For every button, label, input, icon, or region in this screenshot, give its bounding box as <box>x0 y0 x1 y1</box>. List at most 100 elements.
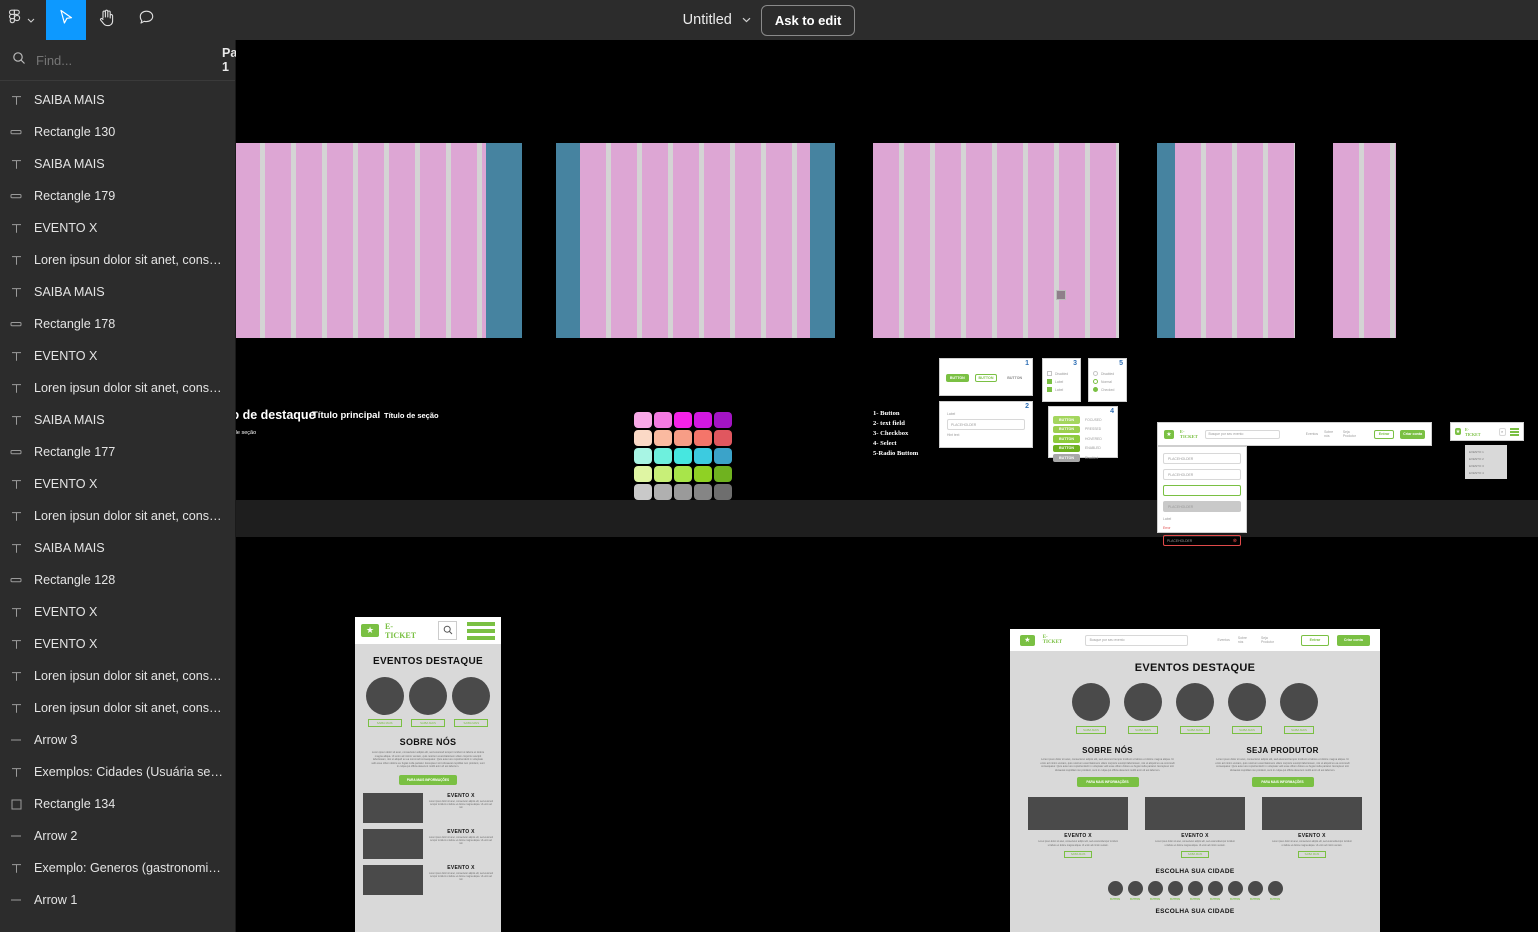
color-swatch[interactable] <box>654 448 672 464</box>
event-card[interactable]: EVENTO X Loren ipsun dolor sit anet, cons… <box>1028 797 1129 858</box>
checkbox-disabled[interactable] <box>1047 371 1052 376</box>
color-swatch[interactable] <box>694 448 712 464</box>
layer-list[interactable]: SAIBA MAIS Rectangle 130 SAIBA MAIS Rectang… <box>0 81 235 932</box>
event-saiba-mais-button[interactable]: SAIBA MAIS <box>1180 726 1210 734</box>
layer-item[interactable]: EVENTO X <box>0 340 235 372</box>
small-list-item[interactable]: EVENTO 3 <box>1469 463 1507 470</box>
design-canvas[interactable]: lo de destaque Título principal Título d… <box>236 40 1538 932</box>
button-primary[interactable]: BUTTON <box>946 374 969 382</box>
ask-to-edit-button[interactable]: Ask to edit <box>760 4 856 36</box>
event-card[interactable]: SAIBA MAIS <box>365 677 404 727</box>
event-card[interactable]: EVENTO X Loren ipsun dolor sit anet, cons… <box>1144 797 1246 858</box>
color-swatch[interactable] <box>634 466 652 482</box>
hamburger-icon[interactable] <box>1509 427 1520 436</box>
nav-link-2[interactable]: Seja Produtor <box>1343 430 1360 438</box>
form-field-error[interactable]: PLACEHOLDER ⊗ <box>1163 535 1241 546</box>
event-saiba-mais-button[interactable]: SAIBA MAIS <box>1076 726 1106 734</box>
event-saiba-mais-button[interactable]: SAIBA MAIS <box>367 719 402 727</box>
event-card[interactable]: SAIBA MAIS <box>1072 683 1110 734</box>
color-swatch[interactable] <box>714 430 732 446</box>
grid-frame-3[interactable] <box>873 143 1119 338</box>
figma-menu-button[interactable] <box>0 0 46 40</box>
layer-item[interactable]: Arrow 1 <box>0 884 235 916</box>
layer-item[interactable]: EVENTO X <box>0 468 235 500</box>
color-swatch[interactable] <box>674 466 692 482</box>
small-nav-card[interactable]: ★ E-TICKET ⌕ <box>1450 422 1524 441</box>
city-option[interactable]: BUTTON <box>1147 880 1163 901</box>
section-cta-button[interactable]: PARA MAIS INFORMAÇÕES <box>1076 777 1139 788</box>
form-field-state[interactable]: PLACEHOLDER <box>1163 469 1241 480</box>
color-swatch[interactable] <box>674 430 692 446</box>
nav-signup-button[interactable]: Criar conta <box>1400 429 1425 439</box>
desktop-signup-button[interactable]: Criar conta <box>1336 634 1370 646</box>
color-swatch[interactable] <box>694 430 712 446</box>
city-option[interactable]: BUTTON <box>1207 880 1223 901</box>
spec-card-checkbox[interactable]: 3 Disabled Label Label <box>1042 358 1081 402</box>
radio-disabled[interactable] <box>1093 371 1098 376</box>
spec-card-buttons[interactable]: 1 BUTTON BUTTON BUTTON <box>939 358 1033 396</box>
small-list-card[interactable]: EVENTO 1 EVENTO 2 EVENTO 3 EVENTO 4 <box>1465 445 1507 479</box>
event-card[interactable]: EVENTO X Loren ipsun dolor sit anet, cons… <box>1261 797 1362 858</box>
layer-item[interactable]: Rectangle 178 <box>0 308 235 340</box>
event-card[interactable]: SAIBA MAIS <box>408 677 447 727</box>
text-input[interactable]: PLACEHOLDER <box>947 419 1025 430</box>
hamburger-icon[interactable] <box>467 621 496 640</box>
layer-item[interactable]: Loren ipsun dolor sit anet, consect... <box>0 660 235 692</box>
form-field-state[interactable]: PLACEHOLDER <box>1163 453 1241 464</box>
grid-frame-4[interactable] <box>1157 143 1295 338</box>
color-swatch[interactable] <box>694 466 712 482</box>
layer-item[interactable]: SAIBA MAIS <box>0 276 235 308</box>
color-swatch[interactable] <box>694 484 712 500</box>
layer-item[interactable]: SAIBA MAIS <box>0 532 235 564</box>
nav-spec-bar[interactable]: ★ E-TICKET Busque por seu evento Eventos… <box>1157 422 1432 446</box>
button-text[interactable]: BUTTON <box>1003 374 1026 382</box>
layer-item[interactable]: Loren ipsun dolor sit anet, consect... <box>0 372 235 404</box>
event-saiba-mais-button[interactable]: SAIBA MAIS <box>1284 726 1314 734</box>
search-input[interactable] <box>36 52 212 68</box>
city-option[interactable]: BUTTON <box>1267 880 1283 901</box>
layer-item[interactable]: Rectangle 134 <box>0 788 235 820</box>
event-card[interactable]: SAIBA MAIS <box>1176 683 1214 734</box>
layer-item[interactable]: Arrow 3 <box>0 724 235 756</box>
color-swatch[interactable] <box>654 430 672 446</box>
mobile-mockup[interactable]: ★ E-TICKET EVENTOS DESTAQUE SAIBA MAIS SA… <box>355 597 501 932</box>
event-saiba-mais-button[interactable]: SAIBA MAIS <box>1181 850 1209 858</box>
state-button[interactable]: BUTTON <box>1053 416 1080 424</box>
mobile-search-button[interactable] <box>438 621 458 640</box>
event-saiba-mais-button[interactable]: SAIBA MAIS <box>454 719 489 727</box>
nav-link-1[interactable]: Sobre nós <box>1324 430 1337 438</box>
state-button[interactable]: BUTTON <box>1053 435 1080 443</box>
select-state-row[interactable]: BUTTON ENABLED <box>1053 444 1113 452</box>
layer-item[interactable]: Rectangle 128 <box>0 564 235 596</box>
nav-login-button[interactable]: Entrar <box>1374 429 1395 439</box>
state-button[interactable]: BUTTON <box>1053 444 1080 452</box>
event-saiba-mais-button[interactable]: SAIBA MAIS <box>1232 726 1262 734</box>
event-saiba-mais-button[interactable]: SAIBA MAIS <box>410 719 445 727</box>
layer-item[interactable]: SAIBA MAIS <box>0 84 235 116</box>
form-field-state[interactable] <box>1163 485 1241 496</box>
color-swatch[interactable] <box>654 412 672 428</box>
move-tool[interactable] <box>46 0 86 40</box>
small-list-item[interactable]: EVENTO 2 <box>1469 456 1507 463</box>
event-card[interactable]: SAIBA MAIS <box>1280 683 1318 734</box>
hand-tool[interactable] <box>86 0 126 40</box>
layer-item[interactable]: Rectangle 177 <box>0 436 235 468</box>
event-list-item[interactable]: EVENTO X Loren ipsun dolor sit anet, cons… <box>363 864 493 895</box>
mobile-about-button[interactable]: PARA MAIS INFORMAÇÕES <box>399 774 457 785</box>
form-states-card[interactable]: PLACEHOLDER PLACEHOLDER PLACEHOLDER Label Er… <box>1157 446 1247 546</box>
spec-card-select[interactable]: 4 BUTTON FOCUSED BUTTON PRESSED BUTTON HOVERE… <box>1048 406 1118 462</box>
desktop-search-input[interactable]: Busque por seu evento <box>1084 634 1188 646</box>
desktop-link-1[interactable]: Sobre nós <box>1238 636 1253 644</box>
layer-item[interactable]: EVENTO X <box>0 212 235 244</box>
event-card[interactable]: SAIBA MAIS <box>452 677 491 727</box>
city-option[interactable]: BUTTON <box>1247 880 1263 901</box>
layer-item[interactable]: Rectangle 130 <box>0 116 235 148</box>
color-palette[interactable] <box>634 412 732 500</box>
layer-item[interactable]: Loren ipsun dolor sit anet, consect... <box>0 692 235 724</box>
color-swatch[interactable] <box>634 430 652 446</box>
layer-item[interactable]: EVENTO X <box>0 596 235 628</box>
layer-item[interactable]: SAIBA MAIS <box>0 148 235 180</box>
selection-handle[interactable] <box>1056 290 1066 300</box>
layer-item[interactable]: Exemplo: Generos (gastronomico, ... <box>0 852 235 884</box>
desktop-login-button[interactable]: Entrar <box>1301 634 1329 646</box>
